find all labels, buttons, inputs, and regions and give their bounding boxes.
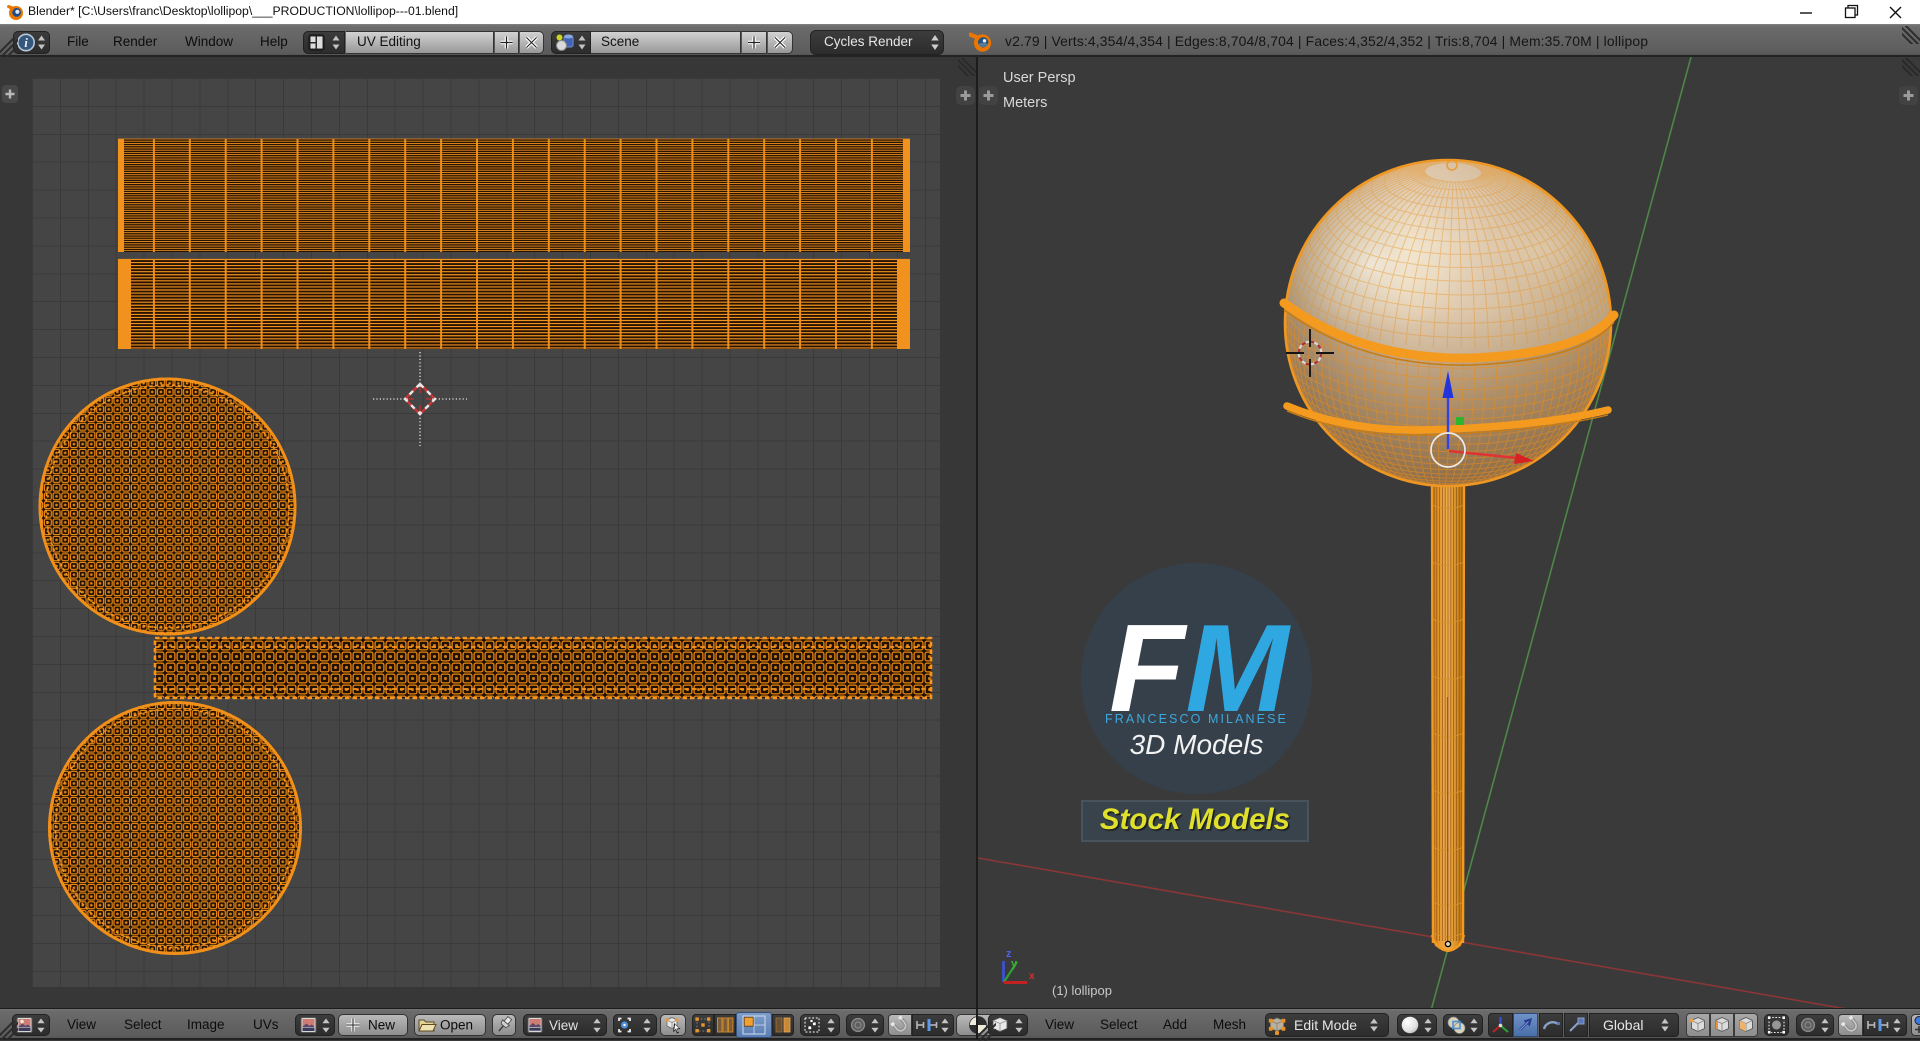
svg-text:Edit Mode: Edit Mode: [1294, 1017, 1357, 1033]
svg-text:Global: Global: [1603, 1017, 1643, 1033]
svg-text:i: i: [24, 35, 28, 50]
svg-text:View: View: [549, 1018, 578, 1033]
svg-text:Open: Open: [440, 1018, 473, 1033]
svg-text:y: y: [1011, 958, 1018, 970]
svg-text:x: x: [1029, 971, 1035, 982]
svg-text:New: New: [368, 1018, 395, 1033]
